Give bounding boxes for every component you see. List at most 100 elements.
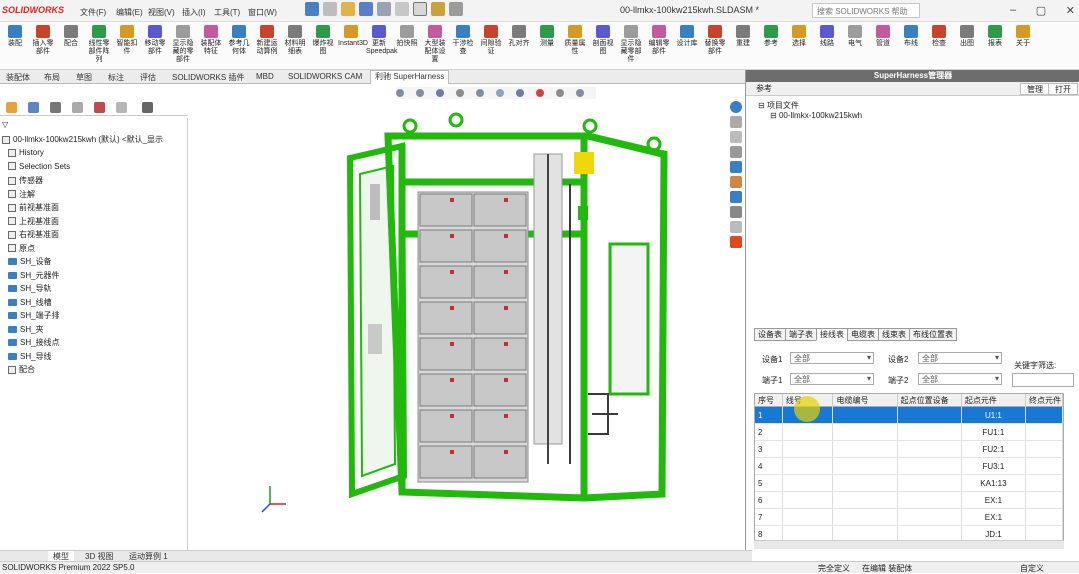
ribbon-button-6[interactable]: 显示隐藏的零部件 xyxy=(170,24,196,64)
table-cell[interactable]: 6 xyxy=(755,492,783,508)
tree-item[interactable]: SH_设备 xyxy=(8,256,52,267)
table-row[interactable]: 7 EX:1 xyxy=(755,509,1063,526)
ribbon-button-5[interactable]: 移动零部件 xyxy=(142,24,168,56)
ribbon-button-28[interactable]: 选择 xyxy=(786,24,812,48)
ribbon-button-30[interactable]: 电气 xyxy=(842,24,868,48)
table-row[interactable]: 3 FU2:1 xyxy=(755,441,1063,458)
ribbon-button-19[interactable]: 测量 xyxy=(534,24,560,48)
table-cell[interactable] xyxy=(898,424,962,440)
tree-item[interactable]: 注解 xyxy=(8,189,35,200)
tree-item[interactable]: SH_端子排 xyxy=(8,310,60,321)
table-cell[interactable] xyxy=(1026,492,1063,508)
table-cell[interactable] xyxy=(833,407,898,423)
ribbon-button-3[interactable]: 线性零部件阵列 xyxy=(86,24,112,64)
tab-sketch[interactable]: 草图 xyxy=(72,72,96,83)
ribbon-button-15[interactable]: 大型装配体设置 xyxy=(422,24,448,64)
ribbon-button-36[interactable]: 关于 xyxy=(1010,24,1036,48)
table-cell[interactable] xyxy=(898,492,962,508)
print-icon[interactable] xyxy=(377,2,391,16)
filter-icon[interactable]: ▽ xyxy=(2,120,8,129)
assembly-node[interactable]: ⊟ 00-llmkx-100kw215kwh xyxy=(770,111,862,120)
ribbon-button-33[interactable]: 检查 xyxy=(926,24,952,48)
terminal1-select[interactable]: 全部 xyxy=(790,373,874,385)
tab-markup[interactable]: 标注 xyxy=(104,72,128,83)
table-cell[interactable]: KA1:13 xyxy=(962,475,1027,491)
tab-device-table[interactable]: 设备表 xyxy=(754,328,786,341)
tree-item[interactable]: SH_导线 xyxy=(8,351,52,362)
table-cell[interactable]: FU2:1 xyxy=(962,441,1027,457)
display-icon[interactable] xyxy=(94,102,105,113)
tab-harness-table[interactable]: 线束表 xyxy=(878,328,910,341)
view-palette-icon[interactable] xyxy=(730,146,742,158)
tree-item[interactable]: SH_导轨 xyxy=(8,283,52,294)
table-cell[interactable]: 2 xyxy=(755,424,783,440)
tab-wiring-table[interactable]: 接线表 xyxy=(816,328,848,341)
ribbon-button-2[interactable]: 配合 xyxy=(58,24,84,48)
ribbon-button-11[interactable]: 爆炸视图 xyxy=(310,24,336,56)
ribbon-button-21[interactable]: 剖面视图 xyxy=(590,24,616,56)
tree-item[interactable]: SH_元器件 xyxy=(8,270,60,281)
tab-assembly[interactable]: 装配体 xyxy=(2,72,34,83)
menu-insert[interactable]: 插入(I) xyxy=(182,7,206,18)
table-cell[interactable] xyxy=(898,458,962,474)
toolbox-icon[interactable] xyxy=(730,206,742,218)
appearances-icon[interactable] xyxy=(730,161,742,173)
table-row[interactable]: 6 EX:1 xyxy=(755,492,1063,509)
tree-item[interactable]: 上视基准面 xyxy=(8,216,59,227)
col-start-element[interactable]: 起点元件 xyxy=(962,394,1027,407)
select-icon[interactable] xyxy=(413,2,427,16)
ribbon-button-18[interactable]: 孔对齐 xyxy=(506,24,532,48)
cam-icon[interactable] xyxy=(116,102,127,113)
tab-layout[interactable]: 布局 xyxy=(40,72,64,83)
ribbon-button-32[interactable]: 布线 xyxy=(898,24,924,48)
ribbon-button-10[interactable]: 材料明细表 xyxy=(282,24,308,56)
ribbon-button-22[interactable]: 显示隐藏零部件 xyxy=(618,24,644,64)
tree-item[interactable]: 右视基准面 xyxy=(8,229,59,240)
horizontal-scrollbar[interactable] xyxy=(754,540,1064,549)
menu-tools[interactable]: 工具(T) xyxy=(214,7,240,18)
menu-edit[interactable]: 编辑(E) xyxy=(116,7,143,18)
device1-select[interactable]: 全部 xyxy=(790,352,874,364)
save-icon[interactable] xyxy=(359,2,373,16)
ribbon-button-16[interactable]: 干涉检查 xyxy=(450,24,476,56)
ribbon-button-1[interactable]: 插入零部件 xyxy=(30,24,56,56)
table-cell[interactable]: EX:1 xyxy=(962,509,1027,525)
ribbon-button-23[interactable]: 编辑零部件 xyxy=(646,24,672,56)
harness-icon[interactable] xyxy=(142,102,153,113)
table-cell[interactable] xyxy=(898,475,962,491)
device2-select[interactable]: 全部 xyxy=(918,352,1002,364)
close-icon[interactable]: ✕ xyxy=(1066,4,1075,17)
open-icon[interactable] xyxy=(341,2,355,16)
table-cell[interactable]: 7 xyxy=(755,509,783,525)
tree-item[interactable]: 传感器 xyxy=(8,175,43,186)
table-cell[interactable] xyxy=(833,475,898,491)
tree-item[interactable]: Selection Sets xyxy=(8,162,70,171)
table-cell[interactable]: EX:1 xyxy=(962,492,1027,508)
table-cell[interactable] xyxy=(1026,475,1063,491)
table-cell[interactable] xyxy=(783,424,834,440)
menu-file[interactable]: 文件(F) xyxy=(80,7,106,18)
table-cell[interactable] xyxy=(783,492,834,508)
table-cell[interactable] xyxy=(783,475,834,491)
table-cell[interactable] xyxy=(833,492,898,508)
dimxpert-icon[interactable] xyxy=(72,102,83,113)
table-cell[interactable]: FU1:1 xyxy=(962,424,1027,440)
manage-button[interactable]: 管理 xyxy=(1020,83,1050,95)
menu-window[interactable]: 窗口(W) xyxy=(248,7,277,18)
tree-root[interactable]: 00-llmkx-100kw215kwh (默认) <默认_显示 xyxy=(2,134,163,145)
ribbon-button-7[interactable]: 装配体特征 xyxy=(198,24,224,56)
tree-item[interactable]: 原点 xyxy=(8,243,35,254)
table-cell[interactable] xyxy=(783,509,834,525)
tree-item[interactable]: SH_线槽 xyxy=(8,297,52,308)
ribbon-button-27[interactable]: 参考 xyxy=(758,24,784,48)
tree-item[interactable]: SH_夹 xyxy=(8,324,44,335)
table-cell[interactable] xyxy=(833,424,898,440)
table-cell[interactable] xyxy=(1026,509,1063,525)
undo-icon[interactable] xyxy=(395,2,409,16)
ribbon-button-17[interactable]: 间隙验证 xyxy=(478,24,504,56)
tree-item[interactable]: History xyxy=(8,148,44,157)
table-cell[interactable] xyxy=(833,441,898,457)
ribbon-button-12[interactable]: Instant3D xyxy=(338,24,368,48)
col-index[interactable]: 序号 xyxy=(755,394,783,407)
ribbon-button-31[interactable]: 管道 xyxy=(870,24,896,48)
